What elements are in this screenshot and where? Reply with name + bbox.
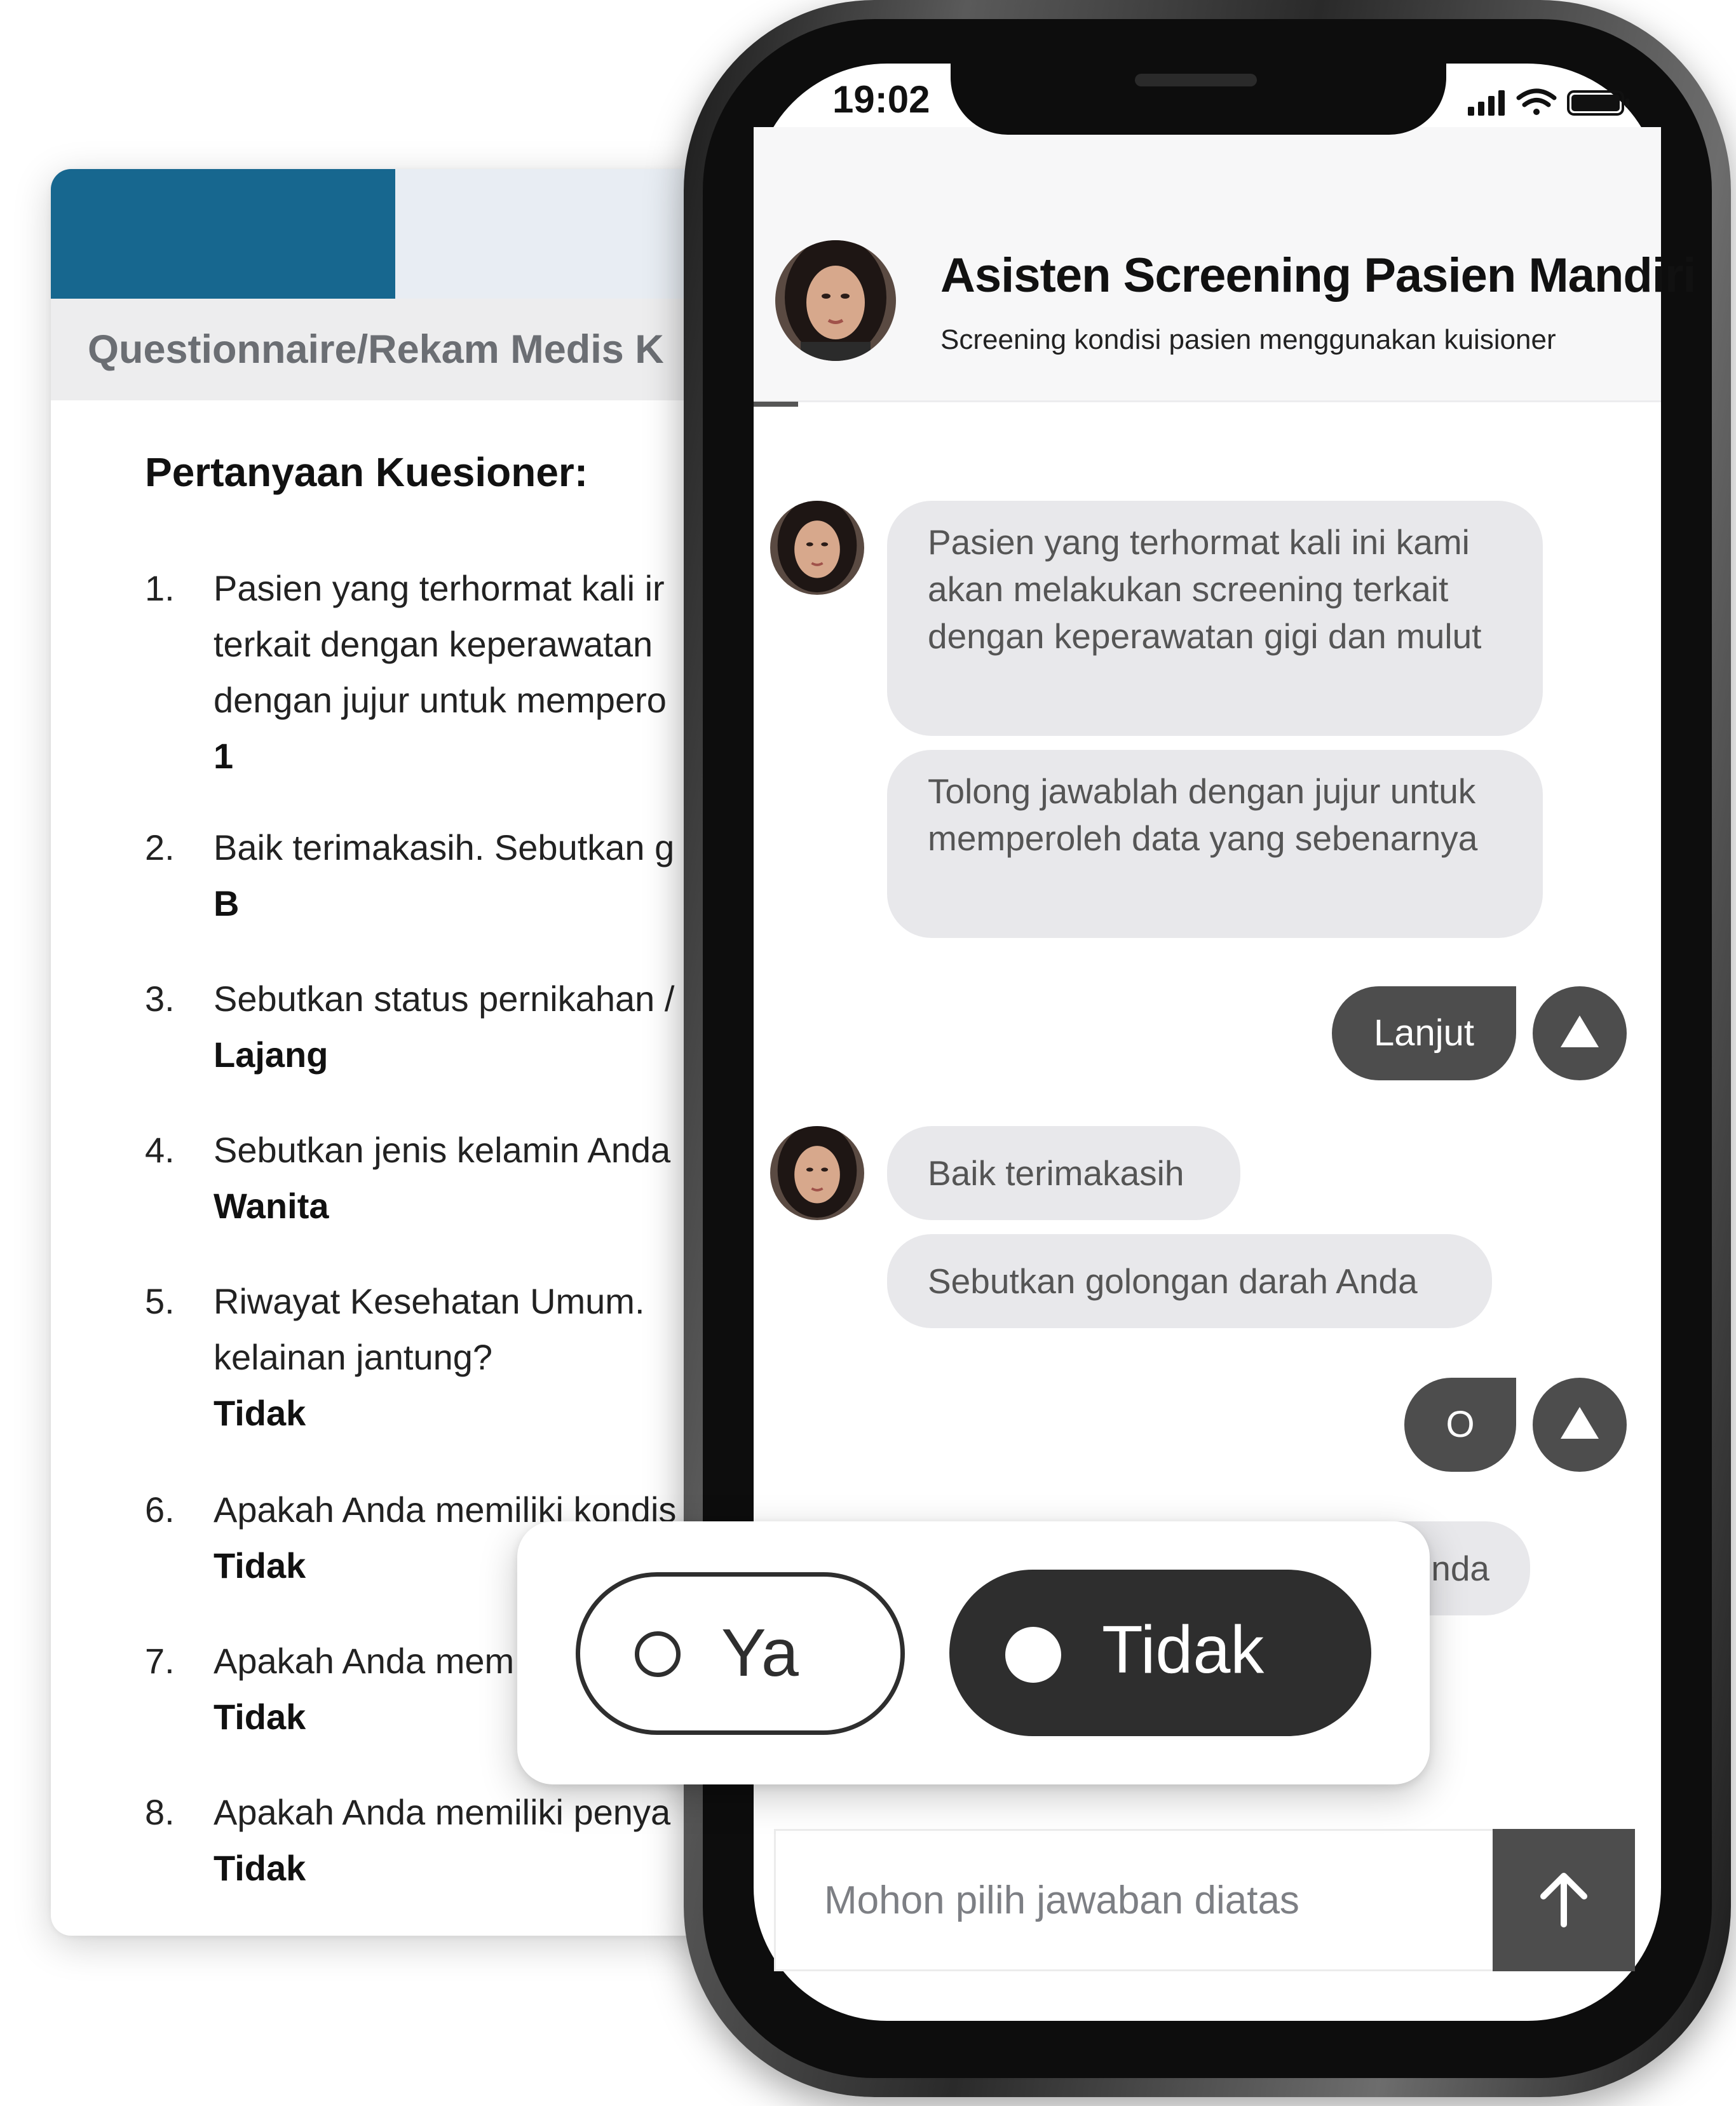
user-reply-bubble: O <box>1404 1378 1516 1472</box>
question-text-line: kelainan jantung? <box>214 1337 493 1377</box>
option-ya[interactable]: Ya <box>576 1572 905 1735</box>
assistant-avatar <box>775 240 896 361</box>
header-progress-indicator <box>754 402 798 407</box>
bot-avatar <box>770 1126 864 1220</box>
phone-notch <box>951 61 1446 135</box>
radio-unselected-icon <box>635 1631 681 1677</box>
question-body: Sebutkan jenis kelamin Anda Wanita <box>214 1122 670 1234</box>
phone-speaker <box>1135 74 1257 86</box>
question-number: 4. <box>145 1130 175 1170</box>
question-body: Pasien yang terhormat kali ir terkait den… <box>214 560 667 784</box>
chat-title: Asisten Screening Pasien Mandiri <box>940 248 1697 302</box>
question-text-line: Apakah Anda memiliki penya <box>214 1792 671 1832</box>
question-number: 6. <box>145 1490 175 1530</box>
question-text-line: Pasien yang terhormat kali ir <box>214 568 665 608</box>
battery-icon <box>1567 90 1629 116</box>
user-reply-bubble: Lanjut <box>1332 986 1516 1080</box>
option-tidak[interactable]: Tidak <box>949 1570 1371 1736</box>
bot-message-bubble: Baik terimakasih <box>887 1126 1240 1220</box>
question-answer: 1 <box>214 736 234 776</box>
question-number: 3. <box>145 979 175 1019</box>
signal-icon <box>1468 90 1505 116</box>
option-ya-label: Ya <box>721 1615 799 1690</box>
triangle-up-icon <box>1561 1407 1599 1439</box>
question-answer: Tidak <box>214 1848 306 1888</box>
arrow-up-icon <box>1540 1873 1587 1927</box>
chat-subtitle: Screening kondisi pasien menggunakan kui… <box>940 324 1556 355</box>
option-tidak-label: Tidak <box>1102 1612 1265 1687</box>
question-text-line: Riwayat Kesehatan Umum. <box>214 1281 645 1321</box>
question-number: 5. <box>145 1281 175 1321</box>
bot-message-bubble: Tolong jawablah dengan jujur untuk mempe… <box>887 750 1543 938</box>
question-text-line: Baik terimakasih. Sebutkan g <box>214 827 675 867</box>
message-input[interactable] <box>776 1831 1490 1969</box>
status-icons <box>1468 88 1633 121</box>
question-body: Baik terimakasih. Sebutkan g B <box>214 820 674 932</box>
message-input-bar <box>774 1829 1635 1971</box>
bot-avatar <box>770 501 864 595</box>
wifi-icon <box>1516 88 1557 115</box>
question-text-line: dengan jujur untuk mempero <box>214 680 667 720</box>
send-button[interactable] <box>1493 1829 1635 1971</box>
question-answer: B <box>214 883 240 923</box>
question-text-line: Apakah Anda mem <box>214 1641 515 1681</box>
question-body: Riwayat Kesehatan Umum. kelainan jantung?… <box>214 1274 645 1441</box>
question-text-line: Sebutkan jenis kelamin Anda <box>214 1130 671 1170</box>
question-body: Apakah Anda mem Tidak <box>214 1633 514 1745</box>
edit-answer-button[interactable] <box>1533 986 1627 1080</box>
question-number: 1. <box>145 568 175 608</box>
question-number: 7. <box>145 1641 175 1681</box>
question-answer: Tidak <box>214 1393 306 1433</box>
radio-selected-icon <box>1005 1627 1061 1683</box>
questionnaire-heading: Pertanyaan Kuesioner: <box>145 449 588 495</box>
doc-tab-active[interactable] <box>51 169 395 299</box>
question-text-line: terkait dengan keperawatan <box>214 624 653 664</box>
answer-choice-panel: Ya Tidak <box>517 1521 1430 1784</box>
question-number: 2. <box>145 827 175 867</box>
edit-answer-button[interactable] <box>1533 1378 1627 1472</box>
bot-message-bubble: Sebutkan golongan darah Anda <box>887 1234 1492 1328</box>
bot-message-bubble: Pasien yang terhormat kali ini kami akan… <box>887 501 1543 736</box>
triangle-up-icon <box>1561 1016 1599 1047</box>
question-body: Apakah Anda memiliki penya Tidak <box>214 1784 670 1896</box>
question-number: 8. <box>145 1792 175 1832</box>
question-body: Sebutkan status pernikahan / Lajang <box>214 971 674 1083</box>
question-text-line: Sebutkan status pernikahan / <box>214 979 675 1019</box>
status-time: 19:02 <box>832 78 930 121</box>
question-answer: Wanita <box>214 1186 329 1226</box>
question-answer: Tidak <box>214 1697 306 1737</box>
question-answer: Lajang <box>214 1035 329 1075</box>
